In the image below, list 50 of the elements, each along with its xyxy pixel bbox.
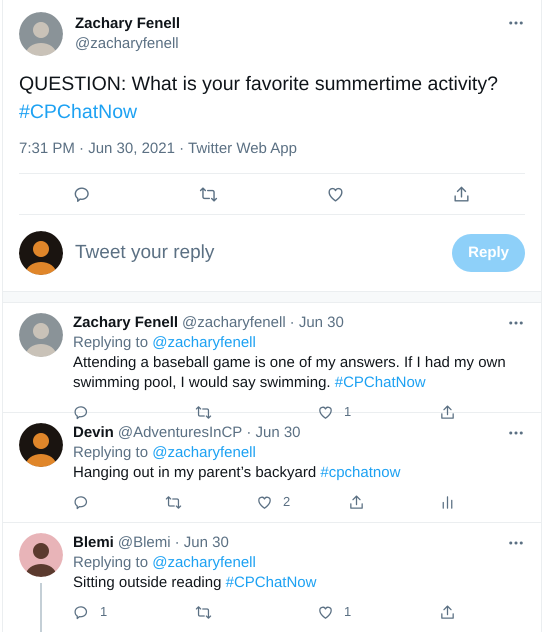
reply-input[interactable]: Tweet your reply	[75, 238, 440, 268]
reply-text: Attending a baseball game is one of my answers. If I had my own swimming pool, I would say swimming. #CPChatNow	[73, 353, 507, 393]
reply-text: Sitting outside reading #CPChatNow	[73, 573, 318, 593]
share-icon	[452, 184, 472, 204]
mention-link[interactable]: @zacharyfenell	[152, 444, 256, 461]
retweet-icon	[195, 404, 212, 420]
user-handle[interactable]: @AdventuresInCP	[118, 423, 242, 443]
action-button[interactable]: 1	[317, 402, 439, 422]
action-button[interactable]: 1	[317, 602, 439, 622]
heart-icon	[317, 404, 334, 420]
user-name[interactable]: Blemi	[73, 533, 114, 553]
mention-link[interactable]: @zacharyfenell	[152, 554, 256, 571]
user-handle[interactable]: @Blemi	[118, 533, 171, 553]
heart-icon	[256, 494, 273, 510]
share-icon	[439, 604, 456, 620]
hashtag-link[interactable]: #CPChatNow	[226, 574, 316, 591]
hashtag-link[interactable]: #CPChatNow	[334, 374, 426, 391]
retweet-icon	[199, 184, 218, 204]
replying-label: Replying to	[73, 554, 148, 571]
action-button[interactable]: 2	[256, 492, 348, 512]
avatar[interactable]	[19, 533, 63, 577]
heart-icon	[317, 604, 334, 620]
hashtag-link[interactable]: #cpchatnow	[320, 464, 400, 481]
share-icon	[439, 404, 456, 420]
retweet-icon	[164, 494, 182, 510]
comment-icon	[73, 604, 90, 620]
hashtag-link[interactable]: #CPChatNow	[19, 101, 138, 123]
comment-icon	[73, 494, 90, 510]
tweet-date[interactable]: · Jun 30	[174, 533, 229, 553]
action-button[interactable]	[452, 184, 472, 204]
replying-label: Replying to	[73, 334, 148, 351]
avatar[interactable]	[19, 423, 63, 467]
comment-icon	[73, 404, 90, 420]
tweet-date[interactable]: · Jun 30	[290, 313, 344, 333]
action-button[interactable]: 1	[73, 602, 195, 622]
action-button[interactable]	[199, 184, 218, 204]
user-name[interactable]: Zachary Fenell	[73, 313, 178, 333]
replying-label: Replying to	[73, 444, 148, 461]
tweet-date[interactable]: · Jun 30	[246, 423, 301, 443]
tweet-timestamp: 7:31 PM · Jun 30, 2021 · Twitter Web App	[19, 139, 298, 159]
user-handle[interactable]: @zacharyfenell	[75, 34, 499, 54]
user-name[interactable]: Zachary Fenell	[75, 14, 499, 34]
reply-text: Hanging out in my parent’s backyard #cpchatnow	[73, 463, 402, 483]
user-handle[interactable]: @zacharyfenell	[182, 313, 286, 333]
avatar[interactable]	[19, 231, 63, 275]
tweet-text: QUESTION: What is your favorite summertime activity? #CPChatNow	[19, 72, 499, 125]
share-icon	[348, 494, 364, 510]
mention-link[interactable]: @zacharyfenell	[152, 334, 256, 351]
retweet-icon	[195, 604, 212, 620]
user-name[interactable]: Devin	[73, 423, 114, 443]
